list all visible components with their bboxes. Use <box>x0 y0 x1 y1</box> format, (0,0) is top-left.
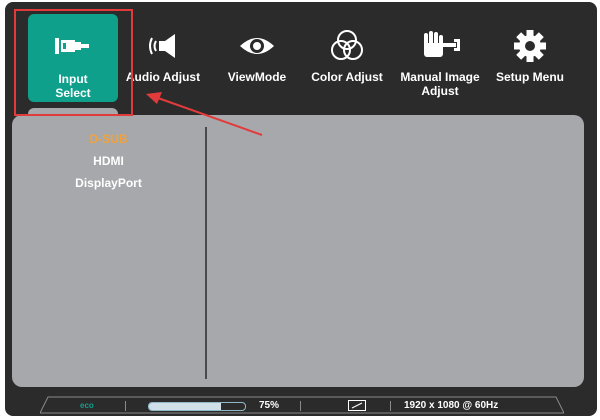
annotation-arrow <box>146 92 263 136</box>
